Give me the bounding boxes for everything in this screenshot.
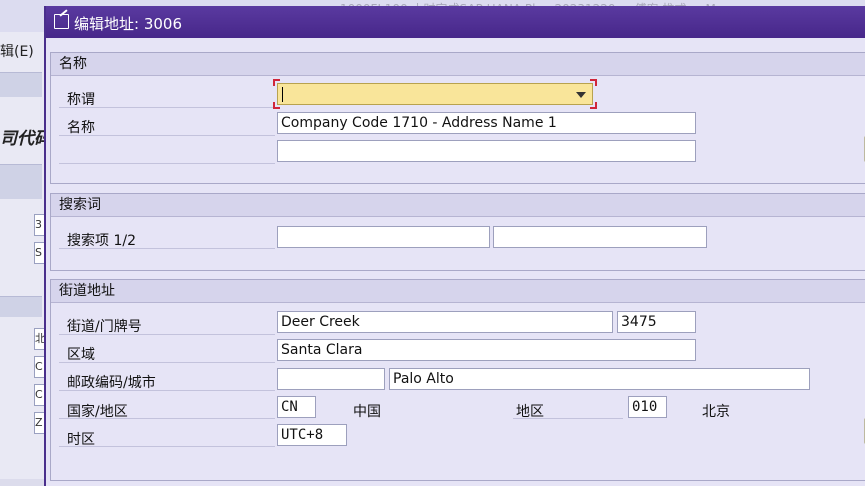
group-search-heading: 搜索词 [51, 194, 865, 217]
group-search: 搜索词 搜索项 1/2 [50, 193, 865, 271]
house-number-field[interactable]: 3475 [617, 311, 696, 333]
title-dropdown[interactable] [277, 83, 593, 105]
timezone-field[interactable]: UTC+8 [277, 424, 347, 446]
focus-corner [273, 102, 280, 109]
name-field[interactable]: Company Code 1710 - Address Name 1 [277, 112, 696, 134]
country-label: 国家/地区 [67, 404, 128, 420]
search-term-2-field[interactable] [493, 226, 707, 248]
postal-code-field[interactable] [277, 368, 385, 390]
name-label: 名称 [67, 120, 95, 136]
group-name: 名称 称谓 名称 Company Code 1710 - Address Nam… [50, 52, 865, 184]
country-name: 中国 [353, 404, 381, 420]
region-name: 北京 [702, 404, 730, 420]
focus-corner [590, 79, 597, 86]
focus-corner [590, 102, 597, 109]
street-label: 街道/门牌号 [67, 319, 142, 335]
postal-city-label: 邮政编码/城市 [67, 375, 156, 391]
country-code-field[interactable]: CN [277, 396, 316, 418]
dialog-title: 编辑地址: 3006 [74, 15, 182, 33]
background-section-strip [0, 296, 42, 317]
focus-corner [273, 79, 280, 86]
text-cursor [282, 87, 283, 102]
edit-icon [54, 14, 69, 29]
background-table-header [0, 164, 42, 199]
name-2-field[interactable] [277, 140, 696, 162]
dropdown-arrow-icon[interactable] [576, 92, 586, 98]
search-term-1-field[interactable] [277, 226, 490, 248]
group-street-heading: 街道地址 [51, 280, 865, 303]
timezone-label: 时区 [67, 432, 95, 448]
background-menu-edit[interactable]: 辑(E) [0, 36, 42, 62]
group-name-heading: 名称 [51, 53, 865, 76]
dialog-title-bar[interactable]: 编辑地址: 3006 [46, 6, 865, 38]
background-toolbar [0, 72, 42, 97]
title-label: 称谓 [67, 92, 95, 108]
street-field[interactable]: Deer Creek [277, 311, 613, 333]
district-label: 区域 [67, 347, 95, 363]
row-separator [59, 141, 275, 164]
group-street-address: 街道地址 街道/门牌号 Deer Creek 3475 区域 Santa Cla… [50, 279, 865, 481]
region-code-field[interactable]: 010 [628, 396, 667, 418]
region-label: 地区 [516, 404, 544, 420]
edit-address-dialog: 编辑地址: 3006 名称 称谓 名称 Company Code 1710 - … [44, 6, 865, 486]
city-field[interactable]: Palo Alto [389, 368, 810, 390]
district-field[interactable]: Santa Clara [277, 339, 696, 361]
search-term-label: 搜索项 1/2 [67, 233, 136, 249]
